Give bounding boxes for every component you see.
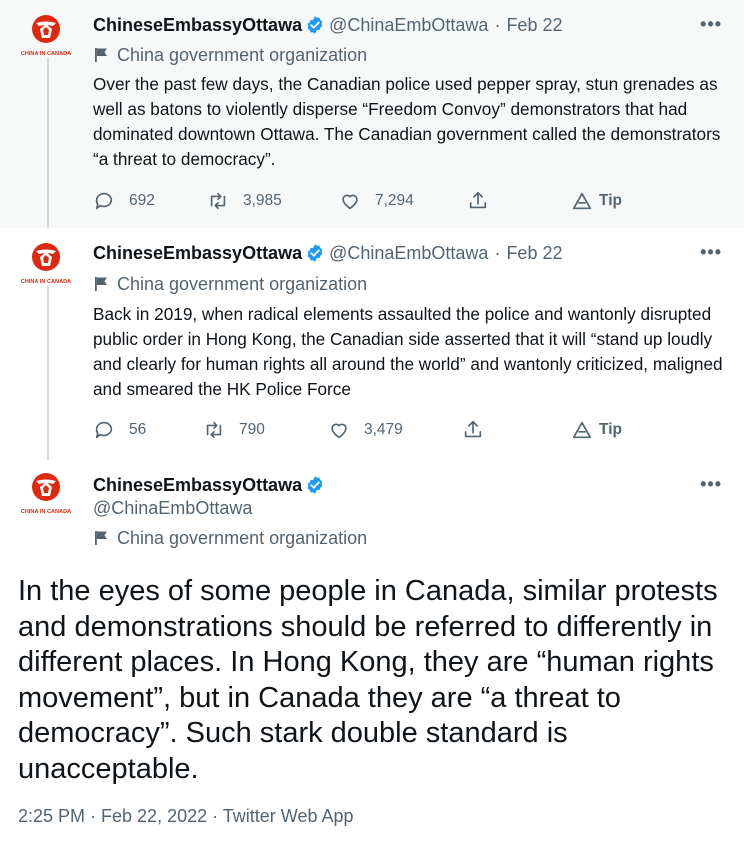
- share-icon: [464, 420, 482, 438]
- retweet-count: 3,985: [243, 192, 282, 209]
- tweet-header: ChineseEmbassyOttawa @ChinaEmbOttawa · F…: [93, 12, 562, 38]
- reply-icon: [95, 192, 113, 210]
- tweet-text: In the eyes of some people in Canada, si…: [18, 575, 718, 785]
- tweet-date[interactable]: Feb 22: [506, 243, 562, 264]
- thread-tweet-1[interactable]: CHINA IN CANADA ChineseEmbassyOttawa @Ch…: [0, 0, 744, 228]
- flag-icon: [95, 531, 107, 545]
- heart-icon: [331, 423, 347, 439]
- tip-icon: [572, 421, 592, 439]
- thread-line: [47, 58, 49, 228]
- retweet-icon: [210, 192, 226, 210]
- verified-badge-icon: [307, 16, 323, 34]
- like-count: 3,479: [364, 421, 403, 438]
- display-name[interactable]: ChineseEmbassyOttawa: [93, 475, 302, 496]
- avatar-caption: CHINA IN CANADA: [21, 279, 71, 285]
- like-button[interactable]: 3,479: [328, 415, 403, 445]
- reply-count: 692: [129, 192, 155, 209]
- retweet-icon: [206, 421, 222, 439]
- government-label[interactable]: China government organization: [93, 272, 367, 296]
- share-button[interactable]: [462, 415, 498, 445]
- flag-icon: [95, 277, 107, 291]
- action-bar: 692 3,985 7,294 Tip: [93, 186, 653, 216]
- avatar-caption: CHINA IN CANADA: [21, 509, 71, 515]
- government-label[interactable]: China government organization: [93, 43, 367, 67]
- more-icon[interactable]: •••: [700, 474, 722, 495]
- reply-button[interactable]: 56: [93, 415, 146, 445]
- avatar-caption: CHINA IN CANADA: [21, 51, 71, 57]
- share-button[interactable]: [467, 186, 503, 216]
- retweet-count: 790: [239, 421, 265, 438]
- label-text: China government organization: [117, 44, 368, 65]
- flag-icon: [95, 48, 107, 62]
- reply-icon: [95, 421, 113, 439]
- tweet-text: Back in 2019, when radical elements assa…: [93, 304, 723, 399]
- handle[interactable]: @ChinaEmbOttawa: [93, 496, 252, 520]
- reply-button[interactable]: 692: [93, 186, 155, 216]
- separator: ·: [494, 242, 501, 263]
- action-bar: 56 790 3,479 Tip: [93, 415, 653, 445]
- handle[interactable]: @ChinaEmbOttawa: [329, 15, 488, 36]
- tweet-timestamp[interactable]: 2:25 PM · Feb 22, 2022 · Twitter Web App: [18, 806, 354, 827]
- tip-button[interactable]: Tip: [571, 186, 622, 216]
- tweet-header: ChineseEmbassyOttawa: [93, 472, 329, 498]
- display-name[interactable]: ChineseEmbassyOttawa: [93, 243, 302, 264]
- label-text: China government organization: [117, 527, 368, 548]
- like-button[interactable]: 7,294: [339, 186, 414, 216]
- avatar[interactable]: CHINA IN CANADA: [20, 472, 76, 528]
- more-icon[interactable]: •••: [700, 14, 722, 35]
- tip-label: Tip: [599, 192, 622, 209]
- verified-badge-icon: [307, 244, 323, 262]
- label-text: China government organization: [117, 273, 368, 294]
- more-icon[interactable]: •••: [700, 242, 722, 263]
- handle[interactable]: @ChinaEmbOttawa: [329, 243, 488, 264]
- retweet-button[interactable]: 790: [203, 415, 265, 445]
- tip-icon: [572, 192, 592, 210]
- tip-button[interactable]: Tip: [571, 415, 622, 445]
- display-name[interactable]: ChineseEmbassyOttawa: [93, 15, 302, 36]
- tweet-text: Over the past few days, the Canadian pol…: [93, 74, 721, 169]
- thread-line: [47, 286, 49, 460]
- tip-label: Tip: [599, 421, 622, 438]
- thread-tweet-2[interactable]: CHINA IN CANADA ChineseEmbassyOttawa @Ch…: [0, 228, 744, 460]
- heart-icon: [342, 194, 358, 210]
- share-icon: [469, 191, 487, 209]
- tweet-header: ChineseEmbassyOttawa @ChinaEmbOttawa · F…: [93, 240, 562, 266]
- reply-count: 56: [129, 421, 147, 438]
- like-count: 7,294: [375, 192, 414, 209]
- government-label[interactable]: China government organization: [93, 526, 367, 550]
- tweet-date[interactable]: Feb 22: [506, 15, 562, 36]
- retweet-button[interactable]: 3,985: [207, 186, 282, 216]
- main-tweet: CHINA IN CANADA ChineseEmbassyOttawa •••…: [0, 460, 744, 849]
- separator: ·: [494, 14, 501, 35]
- verified-badge-icon: [307, 476, 323, 494]
